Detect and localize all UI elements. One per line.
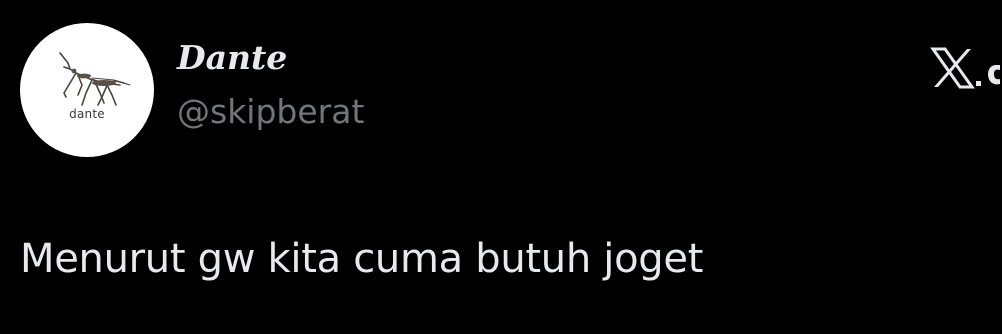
avatar-label: dante — [69, 107, 105, 121]
praying-mantis-icon — [59, 52, 131, 106]
author-handle[interactable]: @skipberat — [177, 88, 364, 136]
tweet-card: dante Dante @skipberat Menurut gw kita c… — [0, 0, 1002, 334]
author-display-name[interactable]: Dante — [177, 36, 287, 80]
x-logo-icon[interactable] — [930, 47, 1002, 95]
author-avatar[interactable]: dante — [20, 23, 154, 157]
tweet-text: Menurut gw kita cuma butuh joget — [20, 236, 704, 282]
